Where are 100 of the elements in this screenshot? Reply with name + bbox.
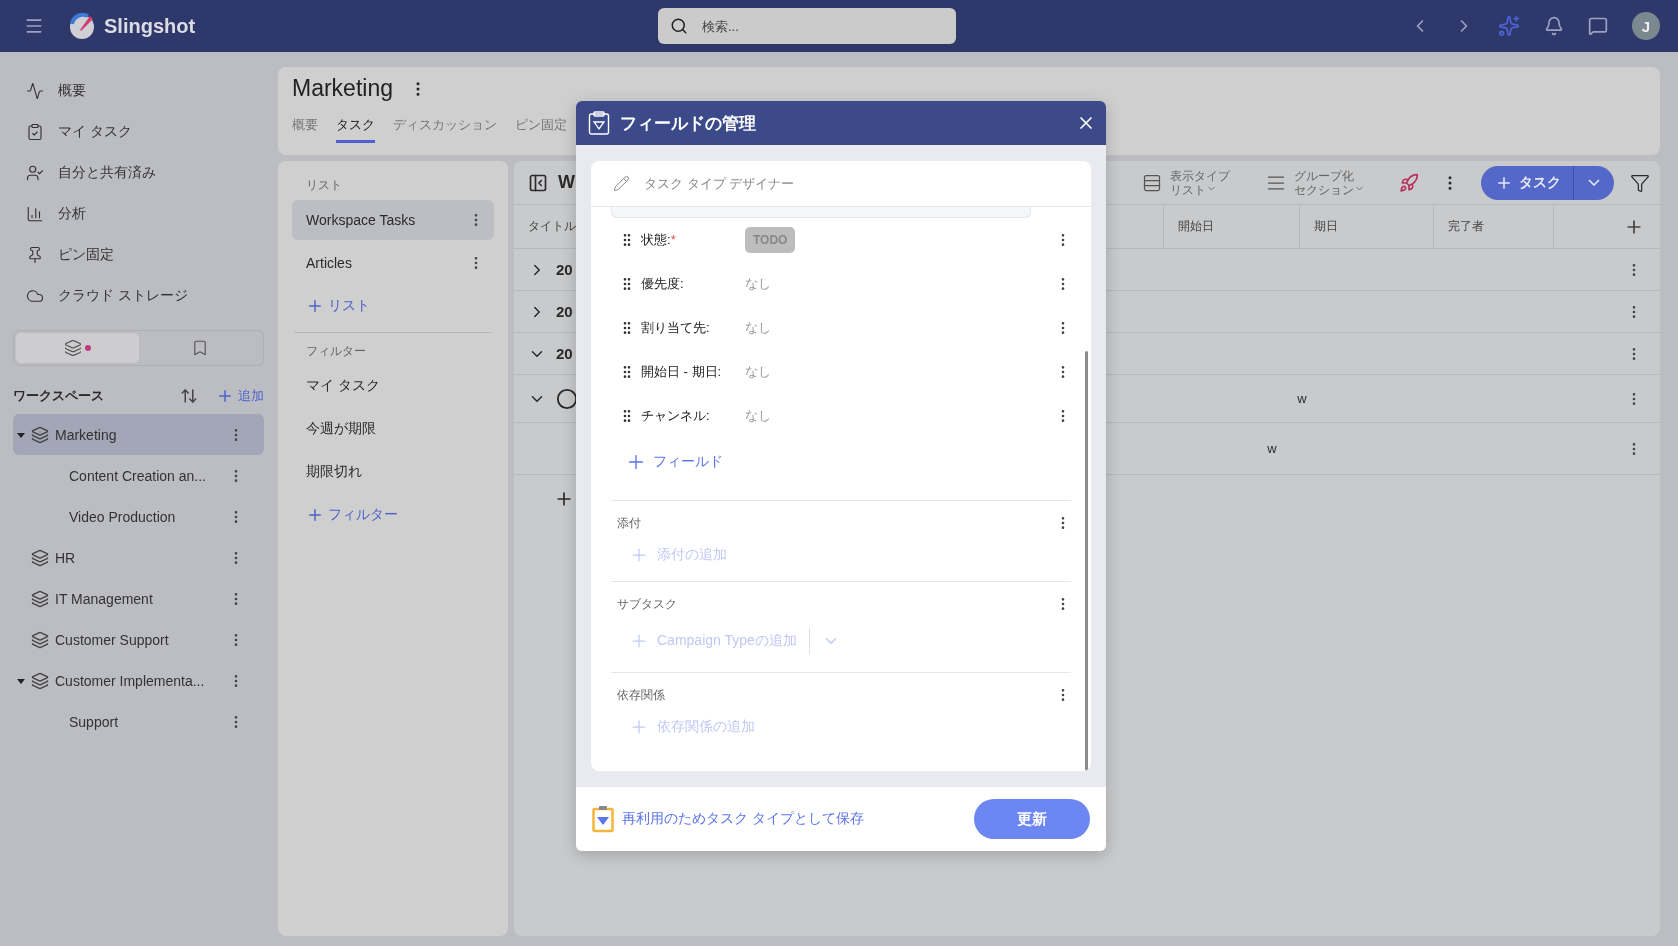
- menu-icon[interactable]: [24, 16, 44, 36]
- section-title: サブタスク: [617, 595, 678, 613]
- rocket-icon[interactable]: [1399, 172, 1419, 193]
- workspace-item[interactable]: Customer Implementa...: [13, 660, 264, 701]
- field-label: 割り当て先:: [641, 319, 711, 337]
- workspaces-heading: ワークスペース: [13, 387, 105, 405]
- layers-icon: [31, 589, 49, 608]
- nav-label: 分析: [58, 204, 86, 223]
- search-icon: [670, 17, 688, 35]
- task-title: w: [1266, 441, 1277, 456]
- plus-icon: [306, 506, 324, 524]
- group-by-button[interactable]: グループ化 セクション: [1260, 167, 1371, 198]
- add-task-button[interactable]: タスク: [1481, 165, 1574, 200]
- bar-chart-icon: [26, 204, 44, 223]
- workspace-name: HR: [55, 549, 77, 566]
- nav-item[interactable]: ピン固定: [13, 234, 264, 275]
- panel-collapse-icon[interactable]: [528, 172, 548, 193]
- workspace-name: Content Creation an...: [69, 467, 207, 484]
- field-value: なし: [745, 275, 771, 293]
- plus-icon: [216, 387, 234, 405]
- list-name: Articles: [306, 255, 353, 271]
- nav-item[interactable]: マイ タスク: [13, 111, 264, 152]
- tab[interactable]: タスク: [336, 116, 375, 143]
- nav-item[interactable]: 概要: [13, 70, 264, 111]
- scrollbar[interactable]: [1085, 351, 1088, 771]
- activity-icon: [26, 81, 44, 100]
- layers-icon: [63, 339, 82, 357]
- workspace-name: Customer Support: [55, 631, 170, 648]
- add-list-link[interactable]: リスト: [306, 297, 370, 315]
- notification-dot: [84, 345, 91, 351]
- column-header: 完了者: [1433, 205, 1553, 249]
- nav-label: ピン固定: [58, 245, 114, 264]
- nav-item[interactable]: 自分と共有済み: [13, 152, 264, 193]
- chat-icon[interactable]: [1588, 16, 1608, 36]
- clipboard-check-icon: [26, 122, 44, 141]
- filter-icon[interactable]: [1630, 172, 1650, 193]
- caret-icon[interactable]: [17, 676, 25, 685]
- workspace-name: Customer Implementa...: [55, 672, 206, 689]
- field-label: 開始日 - 期日:: [641, 363, 723, 381]
- section-title: 依存関係: [617, 686, 666, 704]
- nav-label: 概要: [58, 81, 86, 100]
- workspace-name: Video Production: [69, 508, 177, 525]
- view-type-button[interactable]: 表示タイプ リスト: [1136, 167, 1236, 198]
- group-title: 20: [556, 303, 573, 320]
- workspace-item[interactable]: Customer Support: [13, 619, 264, 660]
- chevron-down-icon: [1588, 179, 1600, 186]
- section-heading: リスト: [305, 176, 343, 194]
- project-title: Marketing: [292, 75, 393, 102]
- section-title: 添付: [617, 514, 642, 532]
- field-label: 状態:*: [641, 231, 677, 249]
- filter-item[interactable]: 今週が期限: [292, 409, 494, 449]
- list-title: W: [558, 172, 575, 193]
- caret-icon[interactable]: [17, 430, 25, 439]
- workspace-item[interactable]: Content Creation an...: [13, 455, 264, 496]
- filter-item[interactable]: マイ タスク: [292, 366, 494, 406]
- workspace-item[interactable]: HR: [13, 537, 264, 578]
- column-header: 開始日: [1163, 205, 1299, 249]
- field-label: チャンネル:: [641, 407, 711, 425]
- search-field[interactable]: 検索...: [658, 8, 956, 44]
- section-heading: フィルター: [305, 342, 367, 360]
- workspace-name: Support: [69, 713, 120, 730]
- add-field-button[interactable]: フィールド: [625, 442, 1091, 482]
- pencil-icon: [613, 175, 630, 192]
- workspace-item[interactable]: Video Production: [13, 496, 264, 537]
- workspace-item[interactable]: IT Management: [13, 578, 264, 619]
- app-name: Slingshot: [104, 14, 196, 38]
- logo-icon: [68, 12, 96, 40]
- field-value: なし: [745, 407, 771, 425]
- sidebar-tab[interactable]: [16, 333, 139, 363]
- pin-icon: [26, 245, 44, 264]
- add-filter-link[interactable]: フィルター: [306, 506, 398, 524]
- field-value: なし: [745, 363, 771, 381]
- nav-label: クラウド ストレージ: [58, 286, 188, 305]
- nav-label: マイ タスク: [58, 122, 132, 141]
- save-as-task-type-link[interactable]: 再利用のためタスク タイプとして保存: [622, 810, 966, 828]
- layers-icon: [31, 425, 49, 444]
- nav-item[interactable]: クラウド ストレージ: [13, 275, 264, 316]
- nav-item[interactable]: 分析: [13, 193, 264, 234]
- list-name: Workspace Tasks: [306, 212, 417, 228]
- clipboard-icon: [588, 111, 610, 135]
- checkbox-icon[interactable]: [556, 387, 578, 410]
- field-label: 優先度:: [641, 275, 685, 293]
- group-title: 20: [556, 345, 573, 362]
- sort-icon[interactable]: [180, 387, 198, 405]
- rows-icon: [1142, 172, 1162, 193]
- list-item[interactable]: Articles: [292, 243, 494, 283]
- user-check-icon: [26, 163, 44, 182]
- workspace-item[interactable]: Support: [13, 701, 264, 742]
- bell-icon[interactable]: [1544, 16, 1564, 36]
- filter-item[interactable]: 期限切れ: [292, 452, 494, 492]
- nav-label: 自分と共有済み: [58, 163, 156, 182]
- workspace-item[interactable]: Marketing: [13, 414, 264, 455]
- layers-icon: [31, 671, 49, 690]
- workspace-name: IT Management: [55, 590, 154, 607]
- plus-icon: [306, 297, 324, 315]
- list-item[interactable]: Workspace Tasks: [292, 200, 494, 240]
- field-value: なし: [745, 319, 771, 337]
- column-header: 期日: [1299, 205, 1433, 249]
- clipboard-icon: [592, 805, 614, 833]
- layers-icon: [31, 630, 49, 649]
